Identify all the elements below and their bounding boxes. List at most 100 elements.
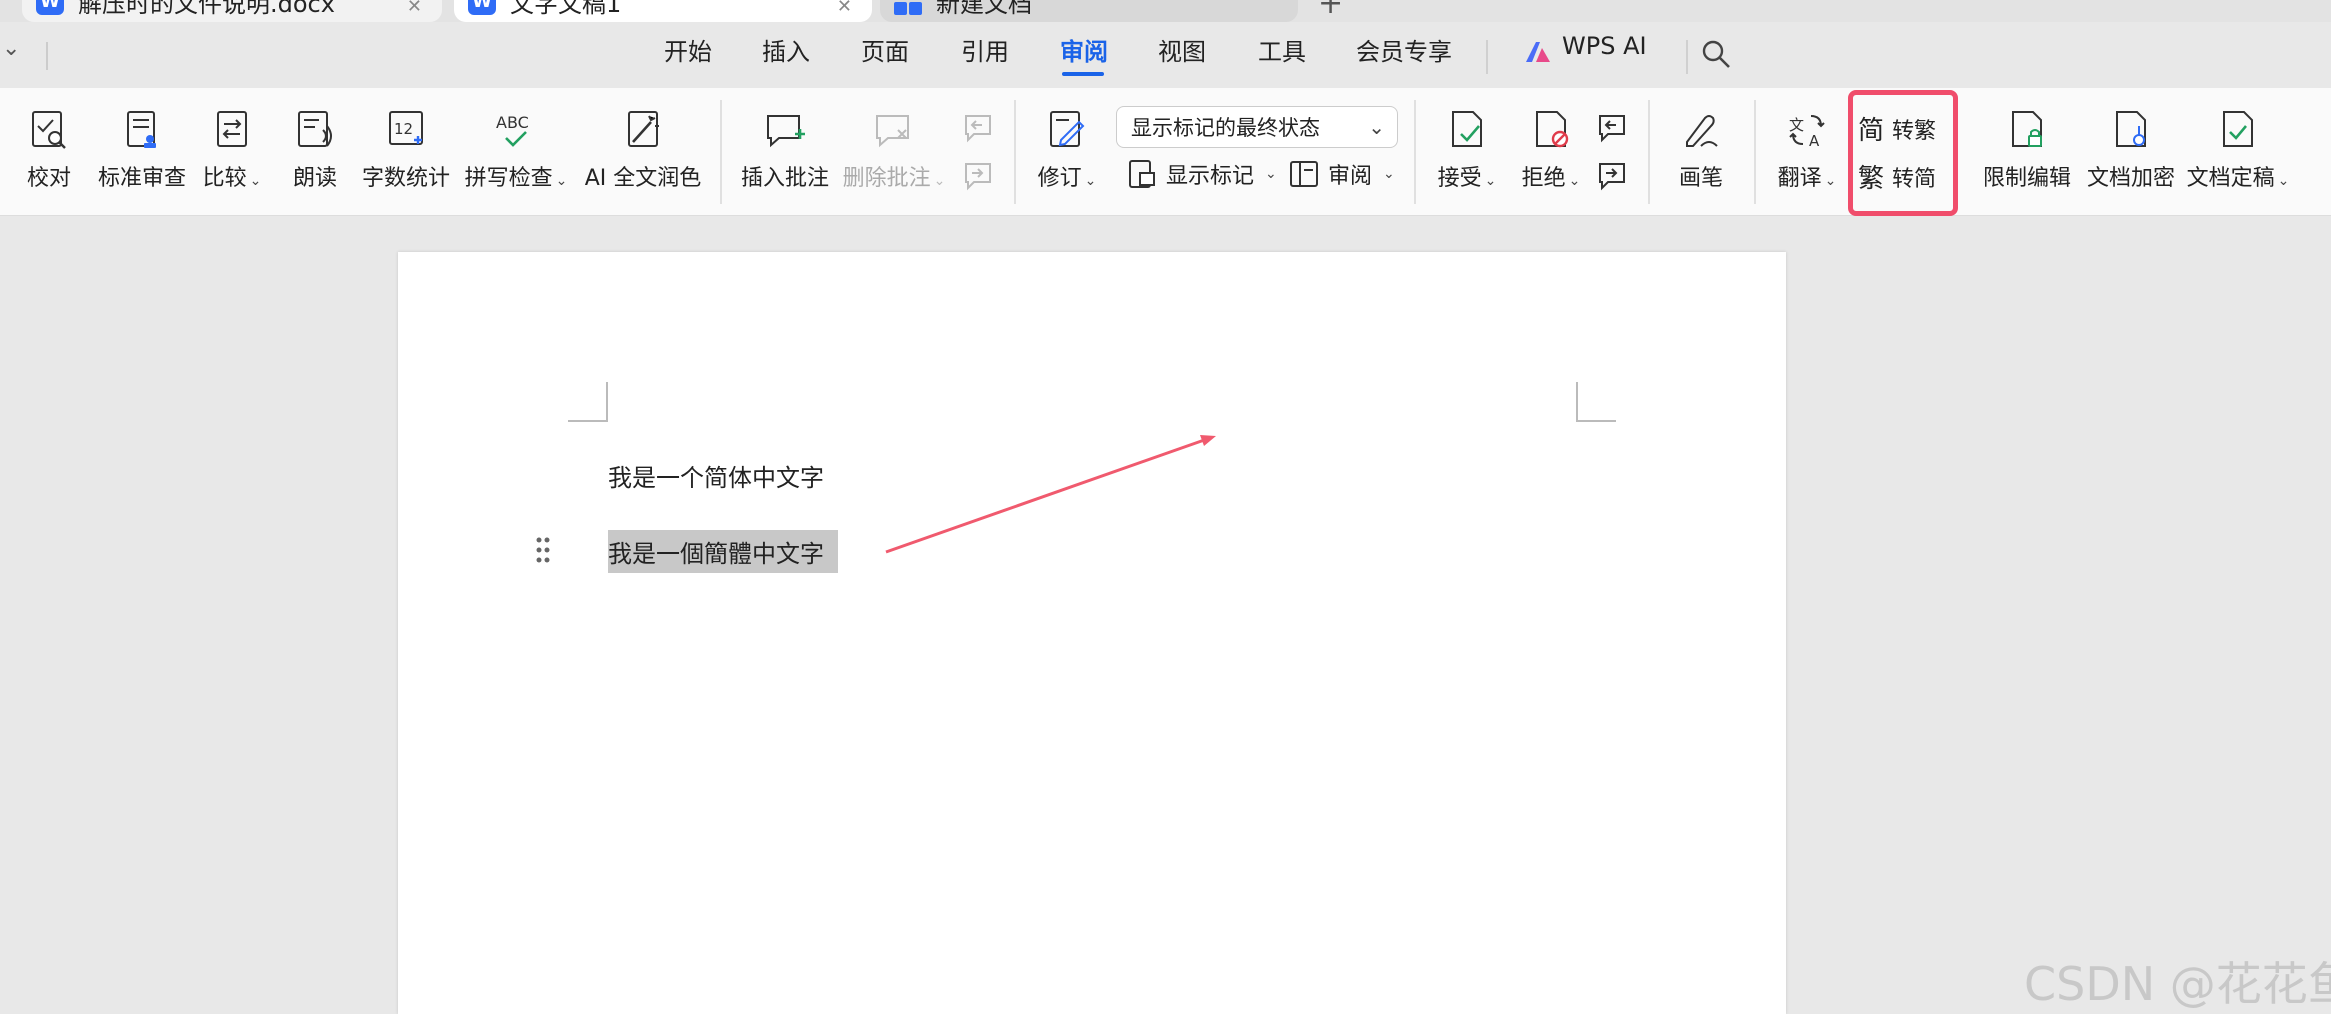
divider xyxy=(46,42,48,70)
menu-bar: ⌄ 开始 插入 页面 引用 审阅 视图 工具 会员专享 WPS AI xyxy=(0,22,2331,88)
new-tab-plus-icon[interactable]: + xyxy=(1318,0,1343,21)
accept-icon xyxy=(1452,111,1482,147)
spell-check-icon: ABC xyxy=(496,113,529,147)
next-change-icon[interactable] xyxy=(1596,160,1628,192)
finalize-icon xyxy=(2223,111,2253,147)
app-window: W 解压时的文件说明.docx ✕ W 文字文稿1 ✕ 新建文档 + ⌄ 开始 … xyxy=(0,0,2331,1014)
track-changes-button[interactable]: 修订 ⌄ xyxy=(1034,88,1100,216)
divider xyxy=(1754,100,1756,204)
finalize-button[interactable]: 文档定稿 ⌄ xyxy=(2186,88,2290,216)
read-aloud-icon xyxy=(298,111,332,147)
display-state-dropdown[interactable]: 显示标记的最终状态 ⌄ xyxy=(1116,106,1398,148)
compare-button[interactable]: 比较 ⌄ xyxy=(200,88,264,216)
menu-tab-review[interactable]: 审阅 xyxy=(1060,32,1108,67)
pen-icon xyxy=(1686,115,1718,147)
menu-tab-member[interactable]: 会员专享 xyxy=(1356,32,1452,67)
show-markup-icon xyxy=(1129,160,1155,188)
pen-label: 画笔 xyxy=(1678,166,1723,191)
translate-button[interactable]: 文 A 翻译 ⌄ xyxy=(1774,88,1840,216)
search-icon[interactable] xyxy=(1700,38,1732,70)
ai-polish-button[interactable]: AI 全文润色 xyxy=(585,88,701,216)
standard-review-icon xyxy=(127,111,156,148)
divider xyxy=(1414,100,1416,204)
svg-text:文: 文 xyxy=(1789,116,1804,134)
divider xyxy=(1648,100,1650,204)
accept-button[interactable]: 接受 ⌄ xyxy=(1434,88,1500,216)
restrict-edit-icon xyxy=(2012,111,2042,147)
menu-tab-start[interactable]: 开始 xyxy=(664,32,712,67)
active-tab-indicator xyxy=(1062,72,1104,76)
insert-comment-label: 插入批注 xyxy=(740,166,829,191)
drag-handle-icon[interactable] xyxy=(535,536,551,564)
track-changes-label: 修订 ⌄ xyxy=(1037,166,1097,191)
pen-button[interactable]: 画笔 xyxy=(1676,88,1726,216)
finalize-label: 文档定稿 ⌄ xyxy=(2186,166,2290,191)
delete-comment-label: 删除批注 ⌄ xyxy=(842,166,946,191)
show-markup-label: 显示标记 xyxy=(1166,164,1255,189)
margin-corner-mark xyxy=(568,382,608,422)
document-page[interactable]: 我是一个简体中文字 我是一個簡體中文字 xyxy=(398,252,1786,1014)
translate-icon: 文 A xyxy=(1789,115,1825,150)
reject-button[interactable]: 拒绝 ⌄ xyxy=(1518,88,1584,216)
word-count-label: 字数统计 xyxy=(362,166,451,191)
menu-tab-reference[interactable]: 引用 xyxy=(961,32,1009,67)
encrypt-button[interactable]: 文档加密 xyxy=(2086,88,2176,216)
document-tab-1[interactable]: W 解压时的文件说明.docx ✕ xyxy=(22,0,442,22)
highlight-annotation xyxy=(1848,90,1958,216)
word-count-icon: 12 xyxy=(389,111,423,145)
word-count-button[interactable]: 12 字数统计 xyxy=(362,88,450,216)
translate-label: 翻译 ⌄ xyxy=(1777,166,1837,191)
ai-polish-label: AI 全文润色 xyxy=(584,166,702,191)
paragraph-traditional-selected[interactable]: 我是一個簡體中文字 xyxy=(608,530,838,573)
document-tab-2[interactable]: W 文字文稿1 ✕ xyxy=(454,0,872,22)
tab-title: 解压时的文件说明.docx xyxy=(78,0,335,18)
spell-check-button[interactable]: ABC 拼写检查 ⌄ xyxy=(464,88,568,216)
next-comment-icon[interactable] xyxy=(962,160,994,192)
svg-text:12: 12 xyxy=(394,120,413,138)
margin-corner-mark xyxy=(1576,382,1616,422)
encrypt-icon xyxy=(2116,111,2146,147)
svg-text:ABC: ABC xyxy=(496,113,529,132)
menu-tab-tools[interactable]: 工具 xyxy=(1258,32,1306,67)
review-pane-label: 审阅 xyxy=(1328,164,1373,189)
show-markup-button[interactable]: 显示标记 ⌄ xyxy=(1126,158,1277,190)
divider xyxy=(720,100,722,204)
insert-comment-icon xyxy=(767,115,805,148)
close-icon[interactable]: ✕ xyxy=(407,0,422,17)
restrict-edit-button[interactable]: 限制编辑 xyxy=(1982,88,2072,216)
divider xyxy=(1686,40,1688,74)
reject-icon xyxy=(1536,111,1569,148)
compare-icon xyxy=(217,111,247,147)
previous-comment-icon[interactable] xyxy=(962,112,994,144)
insert-comment-button[interactable]: 插入批注 xyxy=(740,88,830,216)
chevron-down-icon[interactable]: ⌄ xyxy=(2,36,20,61)
svg-text:A: A xyxy=(1809,132,1820,150)
spell-check-label: 拼写检查 ⌄ xyxy=(464,166,568,191)
encrypt-label: 文档加密 xyxy=(2086,166,2175,191)
read-aloud-button[interactable]: 朗读 xyxy=(290,88,340,216)
doc-file-icon: W xyxy=(468,0,496,15)
accept-label: 接受 ⌄ xyxy=(1437,166,1497,191)
document-tab-strip: W 解压时的文件说明.docx ✕ W 文字文稿1 ✕ 新建文档 + xyxy=(0,0,2331,22)
previous-change-icon[interactable] xyxy=(1596,112,1628,144)
standard-review-button[interactable]: 标准审查 xyxy=(96,88,188,216)
paragraph-simplified[interactable]: 我是一个简体中文字 xyxy=(608,458,824,493)
menu-tab-wps-ai[interactable]: WPS AI xyxy=(1562,32,1647,60)
close-icon[interactable]: ✕ xyxy=(837,0,852,17)
read-aloud-label: 朗读 xyxy=(292,166,337,191)
menu-tab-view[interactable]: 视图 xyxy=(1158,32,1206,67)
proofread-button[interactable]: 校对 xyxy=(24,88,74,216)
menu-tab-insert[interactable]: 插入 xyxy=(762,32,810,67)
wps-ai-logo-icon xyxy=(1526,42,1550,62)
restrict-edit-label: 限制编辑 xyxy=(1982,166,2071,191)
watermark: CSDN @花花鱼 xyxy=(2024,957,2331,1011)
proofread-label: 校对 xyxy=(26,166,71,191)
delete-comment-button[interactable]: 删除批注 ⌄ xyxy=(842,88,946,216)
doc-file-icon: W xyxy=(36,0,64,15)
new-doc-icon xyxy=(894,0,922,15)
divider xyxy=(1014,100,1016,204)
document-tab-3[interactable]: 新建文档 xyxy=(880,0,1298,22)
compare-label: 比较 ⌄ xyxy=(202,166,262,191)
review-pane-button[interactable]: 审阅 ⌄ xyxy=(1288,158,1395,190)
menu-tab-page[interactable]: 页面 xyxy=(861,32,909,67)
